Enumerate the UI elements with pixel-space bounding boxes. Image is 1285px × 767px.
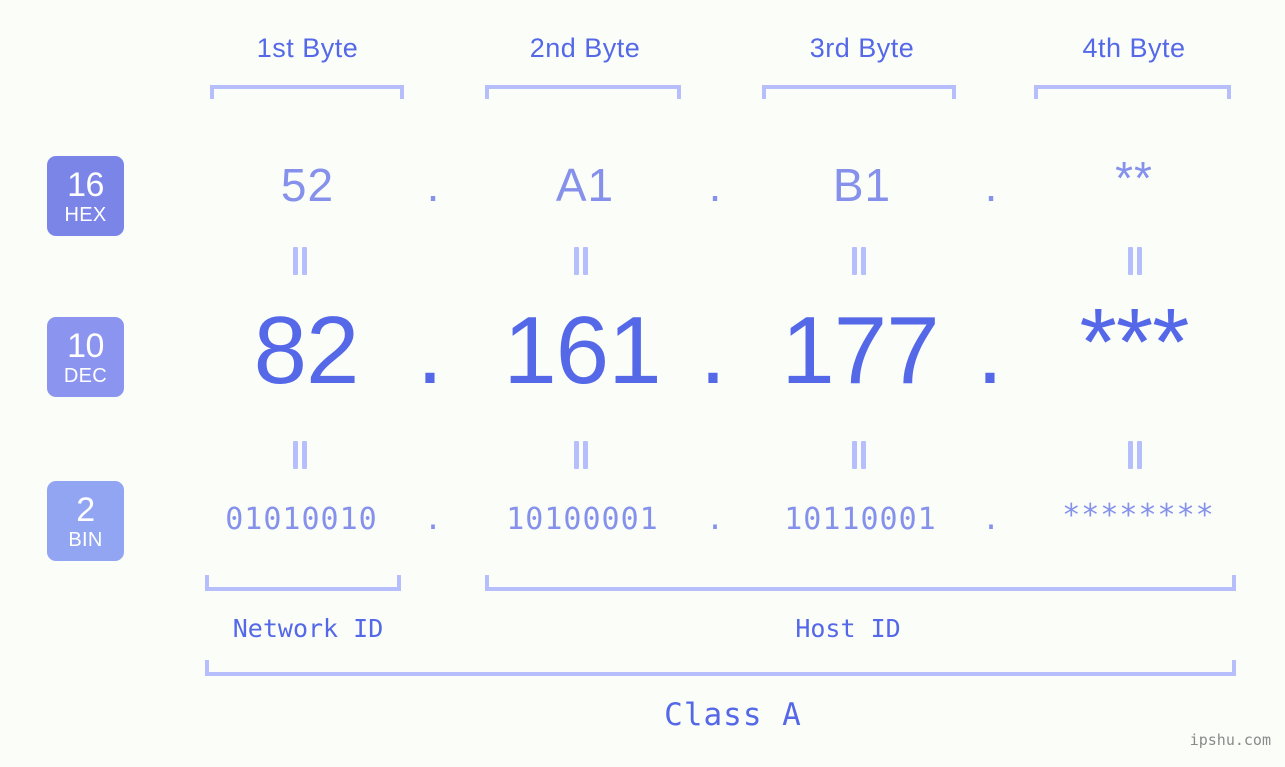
byte-bracket-2 xyxy=(485,85,681,99)
hex-byte-4: ** xyxy=(1115,152,1153,204)
dec-byte-2: 161 xyxy=(503,297,661,404)
class-label: Class A xyxy=(664,697,802,733)
hex-separator-3: . xyxy=(984,159,998,211)
dec-separator-2: . xyxy=(699,297,727,404)
network-id-label: Network ID xyxy=(232,614,384,643)
site-watermark: ipshu.com xyxy=(1189,731,1271,749)
dec-byte-4: *** xyxy=(1079,289,1189,396)
bin-byte-1: 01010010 xyxy=(225,502,378,537)
equals-sign-dec-bin-2 xyxy=(573,441,589,469)
class-bracket xyxy=(205,660,1236,676)
bin-byte-4: ******** xyxy=(1062,498,1215,533)
hex-byte-1: 52 xyxy=(280,159,335,211)
bin-byte-2: 10100001 xyxy=(506,502,659,537)
equals-sign-dec-bin-4 xyxy=(1127,441,1143,469)
hex-byte-3: B1 xyxy=(832,159,892,211)
equals-sign-dec-bin-3 xyxy=(851,441,867,469)
byte-header-4: 4th Byte xyxy=(1082,33,1186,63)
equals-sign-dec-bin-1 xyxy=(292,441,308,469)
hex-byte-2: A1 xyxy=(555,159,615,211)
bin-separator-1: . xyxy=(423,502,443,537)
bin-byte-3: 10110001 xyxy=(784,502,937,537)
hex-separator-1: . xyxy=(426,159,440,211)
bin-separator-2: . xyxy=(705,502,725,537)
dec-byte-1: 82 xyxy=(253,297,360,404)
bin-separator-3: . xyxy=(981,502,1001,537)
hex-row: 52 . A1 . B1 . ** xyxy=(0,149,1285,229)
byte-bracket-4 xyxy=(1034,85,1231,99)
host-id-label: Host ID xyxy=(795,614,901,643)
byte-header-2: 2nd Byte xyxy=(529,33,641,63)
equals-sign-hex-dec-3 xyxy=(851,247,867,275)
equals-sign-hex-dec-1 xyxy=(292,247,308,275)
dec-separator-3: . xyxy=(976,297,1004,404)
equals-sign-hex-dec-2 xyxy=(573,247,589,275)
hex-separator-2: . xyxy=(708,159,722,211)
equals-sign-hex-dec-4 xyxy=(1127,247,1143,275)
byte-bracket-1 xyxy=(210,85,404,99)
byte-header-1: 1st Byte xyxy=(256,33,359,63)
network-id-bracket xyxy=(205,575,401,591)
bin-row: 01010010 . 10100001 . 10110001 . *******… xyxy=(0,492,1285,550)
dec-row: 82 . 161 . 177 . *** xyxy=(0,295,1285,415)
host-id-bracket xyxy=(485,575,1236,591)
dec-byte-3: 177 xyxy=(781,297,939,404)
dec-separator-1: . xyxy=(416,297,444,404)
byte-bracket-3 xyxy=(762,85,956,99)
ip-breakdown-diagram: 1st Byte 2nd Byte 3rd Byte 4th Byte 16 H… xyxy=(0,0,1285,767)
byte-header-3: 3rd Byte xyxy=(809,33,915,63)
